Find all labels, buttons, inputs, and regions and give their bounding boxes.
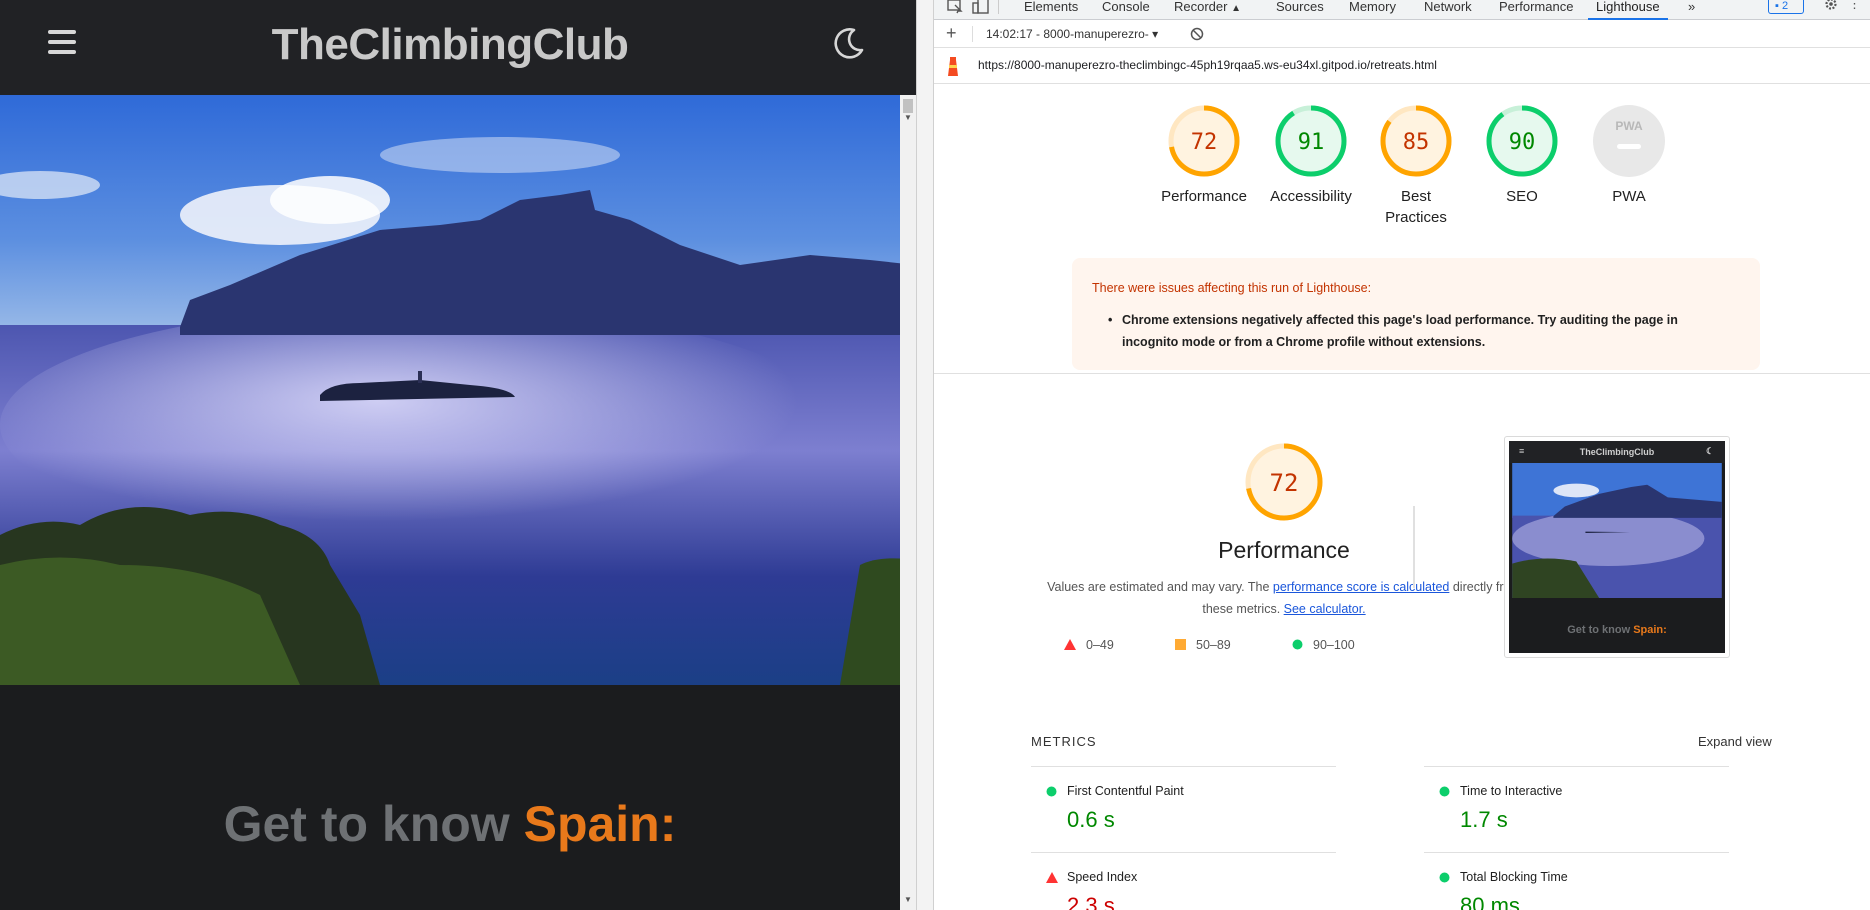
tab-network[interactable]: Network (1424, 0, 1472, 20)
new-report-plus-icon[interactable]: + (946, 23, 957, 44)
gauge-ring: 72 (1245, 443, 1323, 521)
metric-name: Time to Interactive (1460, 784, 1563, 798)
site-scrollbar[interactable]: ▼ ▼ (900, 95, 916, 910)
devtools-tabbar: Elements Console Recorder ▲ Sources Memo… (934, 0, 1870, 20)
gauge-label: Best Practices (1385, 188, 1447, 226)
gauge-label: Performance (1161, 188, 1247, 205)
tab-performance[interactable]: Performance (1499, 0, 1573, 20)
issues-chat-icon: ▪ (1775, 0, 1779, 12)
svg-text:PWA: PWA (1615, 119, 1643, 133)
metrics-rule (1031, 766, 1336, 767)
inspect-element-icon[interactable] (946, 0, 964, 14)
get-to-know-heading: Get to know Spain: (0, 795, 900, 853)
legend-fail: 0–49 (1064, 638, 1114, 652)
tab-recorder[interactable]: Recorder ▲ (1174, 0, 1241, 20)
score-gauge-seo[interactable]: 90 SEO (1472, 104, 1572, 207)
more-options-icon[interactable]: ⋮ (1848, 0, 1861, 12)
heading-plain-text: Get to know (223, 796, 524, 852)
metric-name: Total Blocking Time (1460, 870, 1568, 884)
gauge-label: SEO (1506, 188, 1538, 205)
website-preview: TheClimbingClub ▼ ▼ Get to know Spain: (0, 0, 916, 910)
lighthouse-toolbar: + 14:02:17 - 8000-manuperezro- ▾ (934, 20, 1870, 48)
pwa-badge-icon: PWA (1593, 105, 1665, 177)
gauge-score-text: 90 (1509, 130, 1536, 155)
pane-divider[interactable] (916, 0, 934, 910)
fail-triangle-icon (1064, 639, 1076, 650)
average-square-icon (1175, 639, 1186, 650)
performance-title: Performance (1218, 537, 1350, 563)
section-divider (934, 373, 1870, 374)
tab-elements[interactable]: Elements (1024, 0, 1078, 20)
metrics-header: METRICS (1031, 734, 1097, 749)
dropdown-arrow-icon: ▾ (1152, 27, 1159, 41)
final-screenshot-thumbnail[interactable]: ≡ TheClimbingClub ☾ Get to know Spain: (1504, 436, 1730, 658)
gauge-score-text: 85 (1403, 130, 1430, 155)
tab-sources[interactable]: Sources (1276, 0, 1324, 20)
report-url-bar: https://8000-manuperezro-theclimbingc-45… (934, 48, 1870, 84)
legend-pass: 90–100 (1292, 638, 1355, 652)
metric-value: 0.6 s (1067, 807, 1115, 832)
metrics-rule (1424, 852, 1729, 853)
device-toolbar-icon[interactable] (972, 0, 990, 14)
lighthouse-warning-box: There were issues affecting this run of … (1072, 258, 1760, 370)
thumbnail-title: TheClimbingClub (1579, 447, 1655, 457)
more-tabs-icon[interactable]: » (1688, 0, 1695, 20)
metric-name: Speed Index (1067, 870, 1138, 884)
settings-gear-icon[interactable] (1824, 0, 1838, 11)
thumbnail-hero-image (1512, 463, 1722, 598)
warning-title: There were issues affecting this run of … (1092, 281, 1372, 295)
pass-circle-icon (1292, 639, 1303, 650)
gauge-ring: 90 (1486, 105, 1558, 177)
score-gauge-performance[interactable]: 72 Performance (1154, 104, 1254, 207)
devtools-panel: Elements Console Recorder ▲ Sources Memo… (934, 0, 1870, 910)
performance-score-link[interactable]: performance score is calculated (1273, 580, 1449, 594)
tab-console[interactable]: Console (1102, 0, 1150, 20)
score-gauge-accessibility[interactable]: 91 Accessibility (1261, 104, 1361, 207)
fail-triangle-icon (1046, 872, 1058, 883)
heading-accent-text: Spain: (523, 796, 677, 852)
gauge-ring: 72 (1168, 105, 1240, 177)
gauge-label: Accessibility (1270, 188, 1352, 205)
recorder-flask-icon: ▲ (1231, 3, 1241, 14)
score-gauge-pwa[interactable]: PWA PWA (1579, 104, 1679, 207)
thumbnail-heading: Get to know Spain: (1567, 624, 1667, 636)
metrics-rule (1424, 766, 1729, 767)
expand-view-toggle[interactable]: Expand view (1698, 734, 1772, 749)
pass-circle-icon (1439, 872, 1450, 883)
dark-mode-moon-icon[interactable] (830, 24, 868, 62)
vertical-separator (1413, 506, 1415, 588)
legend-average: 50–89 (1175, 638, 1231, 652)
gauge-score-text: 72 (1191, 130, 1218, 155)
gauge-score-text: 72 (1270, 469, 1299, 497)
pass-circle-icon (1439, 786, 1450, 797)
performance-description: Values are estimated and may vary. The p… (1047, 580, 1521, 616)
metric-value: 1.7 s (1460, 807, 1508, 832)
metric-value: 2.3 s (1067, 893, 1115, 910)
warning-item: Chrome extensions negatively affected th… (1108, 309, 1732, 353)
metric-name: First Contentful Paint (1067, 784, 1184, 798)
site-navbar: TheClimbingClub (0, 0, 916, 95)
gauge-label: PWA (1612, 188, 1646, 205)
metrics-rule (1031, 852, 1336, 853)
clear-block-icon[interactable] (1190, 27, 1204, 41)
report-selector[interactable]: 14:02:17 - 8000-manuperezro- ▾ (986, 27, 1158, 41)
pass-circle-icon (1046, 786, 1057, 797)
see-calculator-link[interactable]: See calculator. (1284, 602, 1366, 616)
gauge-score-text: 91 (1298, 130, 1325, 155)
thumbnail-page: ≡ TheClimbingClub ☾ Get to know Spain: (1509, 441, 1725, 653)
gauge-ring: 91 (1275, 105, 1347, 177)
hero-image (0, 95, 916, 685)
thumbnail-navbar: ≡ TheClimbingClub ☾ (1509, 441, 1725, 463)
report-url-link[interactable]: https://8000-manuperezro-theclimbingc-45… (978, 58, 1437, 72)
tab-memory[interactable]: Memory (1349, 0, 1396, 20)
metric-value: 80 ms (1460, 893, 1520, 910)
tab-lighthouse[interactable]: Lighthouse (1588, 0, 1668, 20)
performance-detail-gauge[interactable]: 72 (1244, 442, 1324, 522)
score-gauge-best-practices[interactable]: 85 Best Practices (1366, 104, 1466, 228)
lighthouse-logo-icon (948, 57, 958, 76)
issues-badge[interactable]: ▪ 2 (1768, 0, 1804, 14)
site-title[interactable]: TheClimbingClub (0, 20, 900, 70)
gauge-ring: 85 (1380, 105, 1452, 177)
thumb-moon-icon: ☾ (1706, 446, 1715, 456)
